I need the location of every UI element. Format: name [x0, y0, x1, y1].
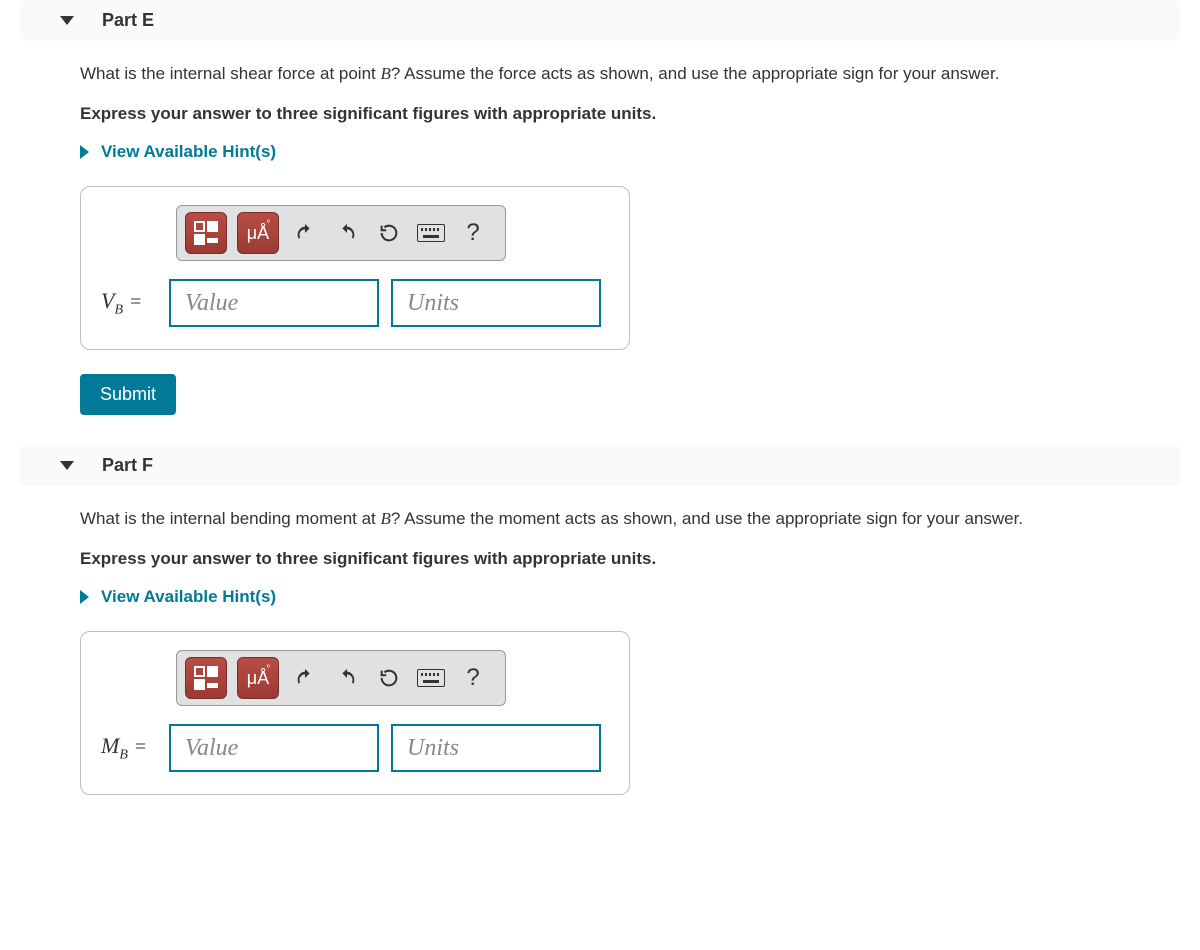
- prompt-text: What is the internal shear force at poin…: [80, 64, 381, 83]
- input-row-e: VB = Value Units: [101, 279, 609, 327]
- hints-label: View Available Hint(s): [101, 142, 276, 162]
- chevron-right-icon: [80, 145, 89, 159]
- answer-panel-e: μÅ ? VB =: [80, 186, 630, 350]
- redo-icon: [336, 667, 358, 689]
- units-input[interactable]: Units: [391, 724, 601, 772]
- fraction-templates-button[interactable]: [185, 657, 227, 699]
- part-e-body: What is the internal shear force at poin…: [0, 41, 1200, 445]
- variable-label: MB =: [101, 733, 157, 763]
- var-subscript: B: [119, 747, 128, 762]
- view-hints-button[interactable]: View Available Hint(s): [80, 587, 276, 607]
- units-input[interactable]: Units: [391, 279, 601, 327]
- redo-button[interactable]: [331, 217, 363, 249]
- chevron-right-icon: [80, 590, 89, 604]
- units-placeholder: Units: [407, 290, 459, 317]
- special-characters-button[interactable]: μÅ: [237, 212, 279, 254]
- redo-icon: [336, 222, 358, 244]
- var-subscript: B: [114, 302, 123, 317]
- help-icon: ?: [466, 219, 479, 247]
- part-f-prompt: What is the internal bending moment at B…: [80, 506, 1180, 532]
- value-placeholder: Value: [185, 290, 238, 317]
- value-input[interactable]: Value: [169, 724, 379, 772]
- part-f-instruction: Express your answer to three significant…: [80, 546, 1180, 572]
- keyboard-button[interactable]: [415, 662, 447, 694]
- reset-icon: [378, 667, 400, 689]
- redo-button[interactable]: [331, 662, 363, 694]
- part-f-header[interactable]: Part F: [20, 445, 1180, 486]
- reset-icon: [378, 222, 400, 244]
- prompt-text: ? Assume the force acts as shown, and us…: [391, 64, 1000, 83]
- hints-label: View Available Hint(s): [101, 587, 276, 607]
- var-symbol: V: [101, 288, 114, 313]
- part-f-body: What is the internal bending moment at B…: [0, 486, 1200, 849]
- undo-icon: [294, 667, 316, 689]
- submit-button[interactable]: Submit: [80, 374, 176, 415]
- special-characters-button[interactable]: μÅ: [237, 657, 279, 699]
- prompt-text: What is the internal bending moment at: [80, 509, 381, 528]
- input-row-f: MB = Value Units: [101, 724, 609, 772]
- template-icon: [194, 666, 218, 690]
- units-placeholder: Units: [407, 735, 459, 762]
- mu-angstrom-icon: μÅ: [247, 668, 269, 689]
- help-icon: ?: [466, 664, 479, 692]
- part-e-title: Part E: [102, 10, 154, 31]
- help-button[interactable]: ?: [457, 662, 489, 694]
- undo-icon: [294, 222, 316, 244]
- fraction-templates-button[interactable]: [185, 212, 227, 254]
- view-hints-button[interactable]: View Available Hint(s): [80, 142, 276, 162]
- chevron-down-icon: [60, 16, 74, 25]
- value-placeholder: Value: [185, 735, 238, 762]
- keyboard-icon: [417, 669, 445, 687]
- value-input[interactable]: Value: [169, 279, 379, 327]
- part-e-prompt: What is the internal shear force at poin…: [80, 61, 1180, 87]
- reset-button[interactable]: [373, 662, 405, 694]
- keyboard-button[interactable]: [415, 217, 447, 249]
- var-symbol: M: [101, 733, 119, 758]
- prompt-variable: B: [381, 64, 391, 83]
- variable-label: VB =: [101, 288, 157, 318]
- prompt-variable: B: [381, 509, 391, 528]
- reset-button[interactable]: [373, 217, 405, 249]
- template-icon: [194, 221, 218, 245]
- mu-angstrom-icon: μÅ: [247, 223, 269, 244]
- help-button[interactable]: ?: [457, 217, 489, 249]
- undo-button[interactable]: [289, 662, 321, 694]
- answer-panel-f: μÅ ? MB =: [80, 631, 630, 795]
- part-e-instruction: Express your answer to three significant…: [80, 101, 1180, 127]
- part-f-title: Part F: [102, 455, 153, 476]
- part-e-header[interactable]: Part E: [20, 0, 1180, 41]
- answer-toolbar: μÅ ?: [176, 650, 506, 706]
- prompt-text: ? Assume the moment acts as shown, and u…: [391, 509, 1023, 528]
- answer-toolbar: μÅ ?: [176, 205, 506, 261]
- keyboard-icon: [417, 224, 445, 242]
- chevron-down-icon: [60, 461, 74, 470]
- submit-label: Submit: [100, 384, 156, 404]
- undo-button[interactable]: [289, 217, 321, 249]
